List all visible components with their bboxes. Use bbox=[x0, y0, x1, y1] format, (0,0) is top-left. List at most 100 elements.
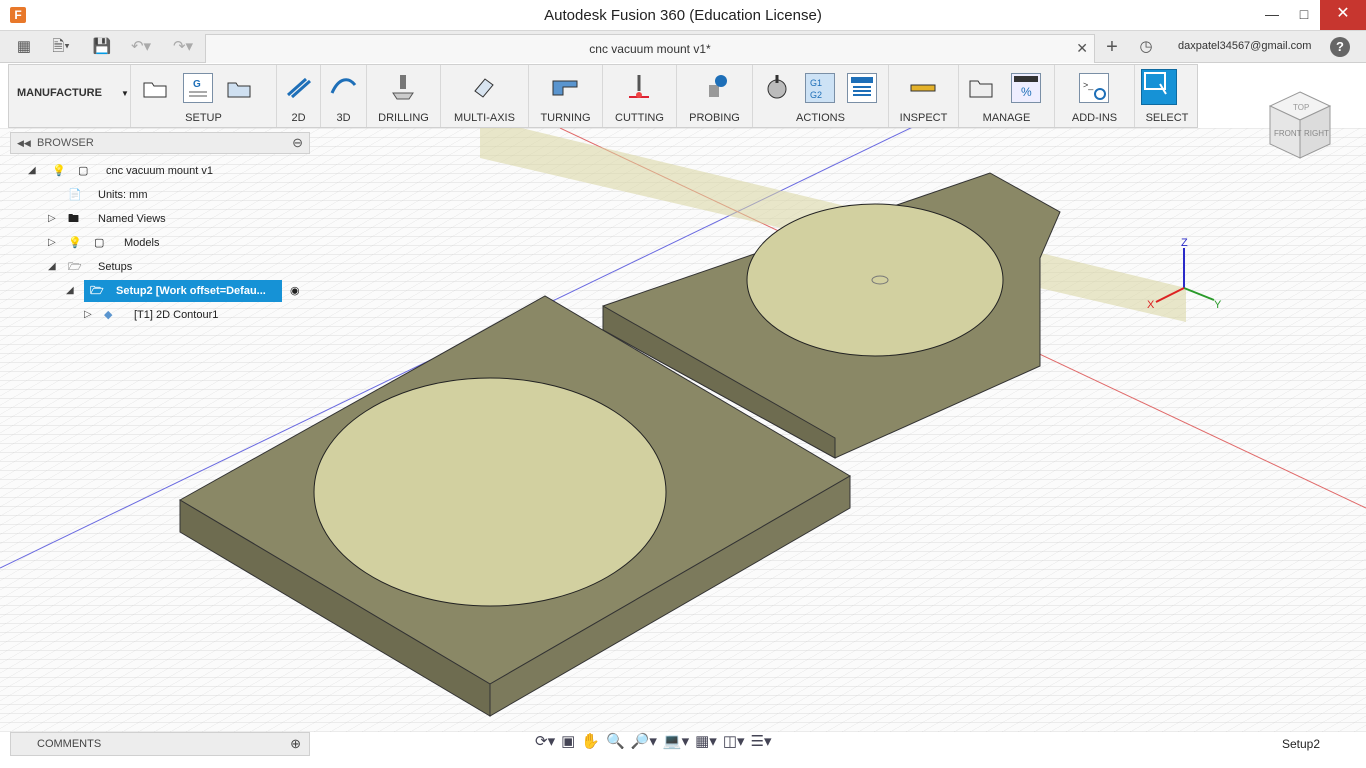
drill-icon[interactable] bbox=[389, 73, 419, 103]
pocket-large bbox=[313, 377, 667, 607]
tree-expand-icon[interactable]: ▷ bbox=[48, 232, 56, 254]
setup-folder-icon: 🗁 bbox=[68, 261, 82, 273]
setup-sheet-icon[interactable] bbox=[847, 73, 877, 103]
2d-group[interactable]: 2D bbox=[277, 65, 321, 127]
cutting-icon[interactable] bbox=[625, 73, 655, 103]
comments-panel[interactable]: COMMENTS ⊕ bbox=[10, 732, 310, 756]
svg-text:X: X bbox=[1147, 299, 1155, 311]
new-tab-icon[interactable]: + bbox=[1100, 37, 1124, 57]
cutting-group[interactable]: CUTTING bbox=[603, 65, 677, 127]
active-setup-name: Setup2 bbox=[1282, 737, 1321, 751]
tree-collapse-icon[interactable]: ◢ bbox=[48, 256, 56, 278]
svg-text:%: % bbox=[1021, 85, 1032, 99]
measure-icon[interactable] bbox=[909, 73, 939, 103]
tree-collapse-icon[interactable]: ◢ bbox=[28, 160, 36, 182]
component-icon: ▢ bbox=[94, 237, 105, 249]
3d-icon[interactable] bbox=[329, 73, 359, 103]
help-icon[interactable]: ? bbox=[1330, 37, 1350, 57]
turning-icon[interactable] bbox=[551, 73, 581, 103]
3d-group[interactable]: 3D bbox=[321, 65, 367, 127]
multi-axis-label: MULTI-AXIS bbox=[454, 112, 515, 124]
file-menu-icon[interactable]: 🗎▾ bbox=[46, 37, 76, 57]
tool-library-icon[interactable] bbox=[967, 73, 997, 103]
probing-icon[interactable] bbox=[701, 73, 731, 103]
svg-text:RIGHT: RIGHT bbox=[1304, 129, 1329, 138]
post-library-icon[interactable]: % bbox=[1011, 73, 1041, 103]
navigation-toolbar: ⟳▾ ▣ ✋ 🔍 🔎▾ 💻▾ ▦▾ ◫▾ ☰▾ bbox=[535, 732, 772, 754]
multi-axis-icon[interactable] bbox=[469, 73, 499, 103]
activate-radio-icon[interactable]: ◉ bbox=[290, 280, 300, 302]
document-tab-title: cnc vacuum mount v1* bbox=[589, 42, 711, 56]
simulate-icon[interactable] bbox=[763, 73, 793, 103]
turning-group[interactable]: TURNING bbox=[529, 65, 603, 127]
zoom-icon[interactable]: 🔍 bbox=[606, 732, 625, 754]
multi-axis-group[interactable]: MULTI-AXIS bbox=[441, 65, 529, 127]
actions-group[interactable]: G1 G2 ACTIONS bbox=[753, 65, 889, 127]
redo-icon[interactable]: ↷▾ bbox=[166, 37, 200, 57]
named-views-label: Named Views bbox=[98, 213, 166, 225]
tree-expand-icon[interactable]: ▷ bbox=[84, 304, 92, 326]
document-tab[interactable]: cnc vacuum mount v1* ✕ bbox=[205, 34, 1095, 63]
tab-bar: ▦ 🗎▾ 💾 ↶▾ ↷▾ cnc vacuum mount v1* ✕ + ◷ … bbox=[0, 31, 1366, 63]
grid-apps-icon[interactable]: ▦ bbox=[14, 37, 34, 57]
setup-group[interactable]: G SETUP bbox=[131, 65, 277, 127]
drilling-group[interactable]: DRILLING bbox=[367, 65, 441, 127]
2d-icon[interactable] bbox=[284, 73, 314, 103]
svg-text:G: G bbox=[193, 79, 201, 90]
tree-operation[interactable]: ▷ ◆ [T1] 2D Contour1 bbox=[84, 304, 284, 326]
add-comment-icon[interactable]: ⊕ bbox=[290, 733, 301, 755]
comments-label: COMMENTS bbox=[37, 738, 102, 750]
actions-label: ACTIONS bbox=[796, 112, 845, 124]
workspace-switcher[interactable]: MANUFACTURE ▼ bbox=[9, 65, 131, 127]
lightbulb-icon[interactable]: 💡 bbox=[68, 232, 82, 254]
svg-text:Z: Z bbox=[1181, 237, 1188, 249]
select-icon[interactable] bbox=[1141, 69, 1177, 105]
view-cube[interactable]: TOP FRONT RIGHT bbox=[1250, 70, 1350, 170]
tree-expand-icon[interactable]: ▷ bbox=[48, 208, 56, 230]
collapse-panel-icon[interactable]: ◀◀ bbox=[17, 133, 31, 153]
job-status-icon[interactable]: ◷ bbox=[1136, 37, 1156, 57]
setup2-selected[interactable]: 🗁 Setup2 [Work offset=Defau... bbox=[84, 280, 282, 302]
browser-minus-icon[interactable]: ⊖ bbox=[292, 133, 303, 153]
select-group[interactable]: SELECT bbox=[1135, 65, 1199, 127]
tab-close-icon[interactable]: ✕ bbox=[1076, 40, 1088, 57]
tree-models[interactable]: ▷ 💡 ▢ Models bbox=[48, 232, 248, 254]
svg-text:G2: G2 bbox=[810, 90, 822, 100]
undo-icon[interactable]: ↶▾ bbox=[124, 37, 158, 57]
pan-icon[interactable]: ✋ bbox=[581, 732, 600, 754]
scripts-icon[interactable]: >_ bbox=[1079, 73, 1109, 103]
maximize-button[interactable]: □ bbox=[1288, 0, 1320, 30]
close-button[interactable]: ✕ bbox=[1320, 0, 1366, 30]
select-label: SELECT bbox=[1145, 112, 1189, 124]
tree-setup2[interactable]: ◢ 🗁 Setup2 [Work offset=Defau... ◉ bbox=[66, 280, 306, 302]
setup-icon: 🗁 bbox=[90, 285, 104, 297]
drilling-label: DRILLING bbox=[378, 112, 429, 124]
tree-setups[interactable]: ◢ 🗁 Setups bbox=[48, 256, 248, 278]
viewports-icon[interactable]: ◫▾ bbox=[723, 732, 745, 754]
lightbulb-icon[interactable]: 💡 bbox=[52, 160, 66, 182]
browser-header[interactable]: ◀◀ BROWSER ⊖ bbox=[10, 132, 310, 154]
grid-settings-icon[interactable]: ▦▾ bbox=[695, 732, 717, 754]
user-account[interactable]: daxpatel34567@gmail.com bbox=[1178, 40, 1311, 52]
add-ins-group[interactable]: >_ ADD-INS bbox=[1055, 65, 1135, 127]
save-icon[interactable]: 💾 bbox=[92, 37, 112, 57]
post-process-icon[interactable]: G1 G2 bbox=[805, 73, 835, 103]
zoom-window-icon[interactable]: 🔎▾ bbox=[631, 732, 657, 754]
look-at-icon[interactable]: ▣ bbox=[561, 732, 575, 754]
manage-group[interactable]: % MANAGE bbox=[959, 65, 1055, 127]
browser-title: BROWSER bbox=[37, 137, 94, 149]
display-settings-icon[interactable]: 💻▾ bbox=[663, 732, 689, 754]
probing-group[interactable]: PROBING bbox=[677, 65, 753, 127]
minimize-button[interactable]: — bbox=[1256, 0, 1288, 30]
setup-icon[interactable] bbox=[141, 73, 171, 103]
tree-named-views[interactable]: ▷ 🖿 Named Views bbox=[48, 208, 248, 230]
title-bar: F Autodesk Fusion 360 (Education License… bbox=[0, 0, 1366, 31]
nc-program-icon[interactable]: G bbox=[183, 73, 213, 103]
inspect-group[interactable]: INSPECT bbox=[889, 65, 959, 127]
2d-label: 2D bbox=[291, 112, 306, 124]
tree-units[interactable]: 📄 Units: mm bbox=[68, 184, 188, 206]
tree-collapse-icon[interactable]: ◢ bbox=[66, 280, 74, 302]
layers-icon[interactable]: ☰▾ bbox=[751, 732, 772, 754]
orbit-icon[interactable]: ⟳▾ bbox=[535, 732, 555, 754]
folder-icon[interactable] bbox=[225, 73, 255, 103]
